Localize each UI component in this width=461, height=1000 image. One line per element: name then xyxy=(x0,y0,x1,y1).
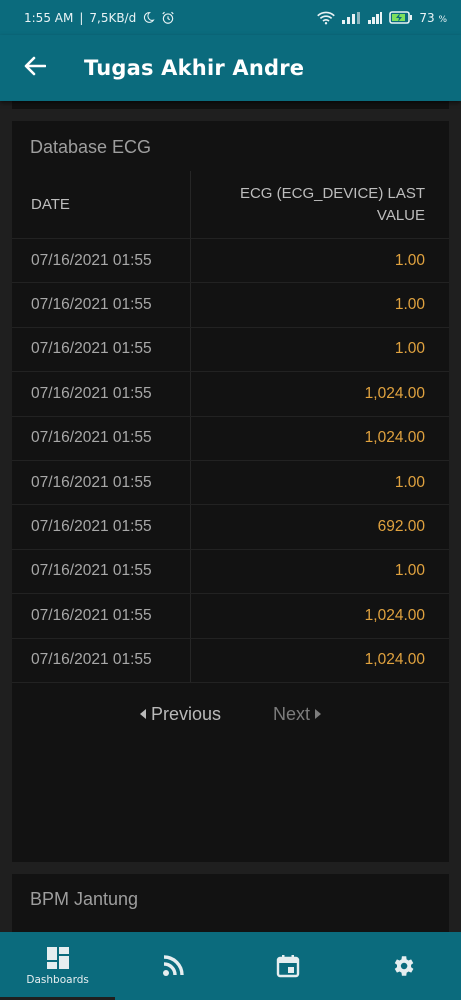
cell-date: 07/16/2021 01:55 xyxy=(12,549,191,594)
cell-ecg-value: 1,024.00 xyxy=(364,606,425,624)
column-header-date[interactable]: DATE xyxy=(12,171,191,238)
card-title: Database ECG xyxy=(30,137,152,157)
status-network-speed: 7,5KB/d xyxy=(89,10,137,25)
cell-date: 07/16/2021 01:55 xyxy=(12,239,191,283)
table-row: 07/16/2021 01:55 1.00 xyxy=(12,239,449,284)
table-row: 07/16/2021 01:55 1,024.00 xyxy=(12,372,449,417)
previous-button[interactable]: Previous xyxy=(139,703,221,725)
battery-percent: 73 % xyxy=(419,11,447,25)
nav-item-settings[interactable] xyxy=(346,932,461,1000)
nav-item-feed[interactable] xyxy=(115,932,230,1000)
next-label: Next xyxy=(273,703,311,724)
next-button[interactable]: Next xyxy=(273,703,322,725)
app-bar: Tugas Akhir Andre xyxy=(0,35,461,101)
back-button[interactable] xyxy=(12,45,58,91)
caret-left-icon xyxy=(139,709,146,719)
status-left: 1:55 AM | 7,5KB/d xyxy=(24,11,175,25)
nav-item-events[interactable] xyxy=(231,932,346,1000)
table-row: 07/16/2021 01:55 1.00 xyxy=(12,327,449,373)
dashboard-icon xyxy=(46,946,70,970)
nav-item-dashboards[interactable]: Dashboards xyxy=(0,932,116,1000)
alarm-icon xyxy=(161,11,175,25)
battery-percent-value: 73 xyxy=(419,10,435,25)
bpm-card: BPM Jantung xyxy=(12,874,449,932)
table-row: 07/16/2021 01:55 1,024.00 xyxy=(12,638,449,683)
card-title: BPM Jantung xyxy=(30,889,139,909)
arrow-back-icon xyxy=(24,56,47,81)
calendar-event-icon xyxy=(276,954,300,978)
column-header-value[interactable]: ECG (ECG_DEVICE) LAST VALUE xyxy=(191,171,449,238)
signal-icon xyxy=(341,11,361,24)
previous-card-bottom xyxy=(12,101,449,109)
table-row: 07/16/2021 01:55 1.00 xyxy=(12,283,449,328)
table-row: 07/16/2021 01:55 1.00 xyxy=(12,460,449,506)
cell-date: 07/16/2021 01:55 xyxy=(12,638,191,682)
moon-icon xyxy=(142,11,155,24)
table-body: 07/16/2021 01:55 1.00 07/16/2021 01:55 1.00… xyxy=(12,239,449,683)
status-time: 1:55 AM xyxy=(24,10,74,25)
table-row: 07/16/2021 01:55 1.00 xyxy=(12,549,449,595)
caret-right-icon xyxy=(315,709,322,719)
table-row: 07/16/2021 01:55 1,024.00 xyxy=(12,594,449,639)
cell-date: 07/16/2021 01:55 xyxy=(12,594,191,638)
bottom-navigation: Dashboards xyxy=(0,932,461,1000)
cell-date: 07/16/2021 01:55 xyxy=(12,416,191,460)
cell-ecg-value: 692.00 xyxy=(377,518,425,536)
cell-date: 07/16/2021 01:55 xyxy=(12,283,191,327)
cell-date: 07/16/2021 01:55 xyxy=(12,460,191,505)
status-bar: 1:55 AM | 7,5KB/d 73 % xyxy=(0,0,461,35)
cell-ecg-value: 1,024.00 xyxy=(364,651,425,669)
page-title: Tugas Akhir Andre xyxy=(84,56,305,80)
ecg-database-card: Database ECG DATE ECG (ECG_DEVICE) LAST … xyxy=(12,121,449,862)
cell-ecg-value: 1.00 xyxy=(394,473,425,491)
rss-feed-icon xyxy=(161,954,185,978)
cell-ecg-value: 1.00 xyxy=(394,340,425,358)
status-right: 73 % xyxy=(317,11,447,25)
battery-percent-suffix: % xyxy=(438,14,447,25)
cell-ecg-value: 1.00 xyxy=(394,251,425,269)
cell-date: 07/16/2021 01:55 xyxy=(12,505,191,549)
wifi-icon xyxy=(317,11,336,25)
cell-ecg-value: 1.00 xyxy=(394,296,425,314)
signal-icon-2 xyxy=(367,11,383,24)
status-separator: | xyxy=(79,10,84,25)
cell-ecg-value: 1,024.00 xyxy=(364,384,425,402)
battery-charging-icon xyxy=(389,11,413,24)
nav-item-label: Dashboards xyxy=(26,974,89,986)
cell-ecg-value: 1.00 xyxy=(394,562,425,580)
cell-date: 07/16/2021 01:55 xyxy=(12,327,191,372)
table-row: 07/16/2021 01:55 1,024.00 xyxy=(12,416,449,461)
cell-ecg-value: 1,024.00 xyxy=(364,429,425,447)
pagination: Previous Next xyxy=(12,701,449,727)
settings-gear-icon xyxy=(390,953,416,979)
column-header-value-label: ECG (ECG_DEVICE) LAST VALUE xyxy=(239,184,425,224)
cell-date: 07/16/2021 01:55 xyxy=(12,372,191,416)
ecg-table: DATE ECG (ECG_DEVICE) LAST VALUE 07/16/2… xyxy=(12,171,449,683)
table-row: 07/16/2021 01:55 692.00 xyxy=(12,505,449,550)
previous-label: Previous xyxy=(150,703,221,724)
dashboard-content[interactable]: Database ECG DATE ECG (ECG_DEVICE) LAST … xyxy=(0,101,461,932)
table-header: DATE ECG (ECG_DEVICE) LAST VALUE xyxy=(12,171,449,239)
